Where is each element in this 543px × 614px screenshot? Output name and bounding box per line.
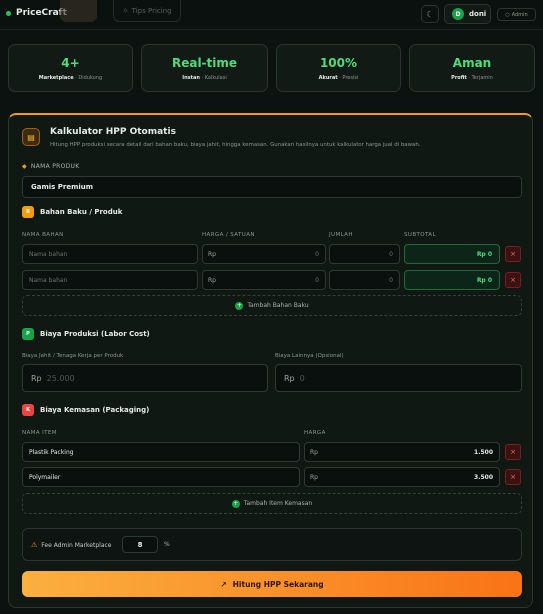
tips-label: Tips Pricing [131,6,172,15]
packaging-price-input[interactable]: Rp 1.500 [304,442,500,462]
packaging-name-input[interactable]: Plastik Packing [22,442,300,462]
column-header: NAMA ITEM [22,430,57,436]
material-name-input[interactable]: Nama bahan [22,270,198,290]
other-cost-label: Biaya Lainnya (Opsional) [275,353,344,359]
product-name-label: ◆ NAMA PRODUK [22,163,80,170]
calculate-hpp-button[interactable]: ↗ Hitung HPP Sekarang [22,571,522,597]
panel-subtitle: Hitung HPP produksi secara detail dari b… [50,142,421,148]
material-qty-input[interactable]: 0 [329,244,400,264]
shield-icon: ○ [505,11,510,18]
column-header: SUBTOTAL [404,232,436,238]
packaging-name-input[interactable]: Polymailer [22,467,300,487]
stat-value: Aman [452,56,492,70]
add-material-button[interactable]: + Tambah Bahan Baku [22,295,522,316]
user-menu[interactable]: D doni [444,4,491,24]
materials-badge: B [22,206,34,218]
trending-up-icon: ↗ [220,579,227,589]
stat-label: Marketplace · Didukung [38,75,103,81]
admin-button[interactable]: ○ Admin [497,8,536,21]
material-qty-input[interactable]: 0 [329,270,400,290]
tag-icon: ◆ [22,163,27,170]
plus-icon: + [231,499,240,508]
packaging-title: Biaya Kemasan (Packaging) [40,406,150,414]
sewing-cost-label: Biaya Jahit / Tenaga Kerja per Produk [22,353,124,359]
delete-material-button[interactable]: × [505,272,521,288]
product-name-input[interactable]: Gamis Premium [22,176,522,198]
stat-value: 100% [319,56,358,70]
stat-value: Real-time [171,56,238,70]
fee-label: ⚠ Fee Admin Marketplace [31,541,112,549]
packaging-badge: K [22,404,34,416]
stat-label: Akurat · Presisi [318,75,359,81]
stat-card-safety: Aman Profit · Terjamin [409,44,535,92]
sewing-cost-input[interactable]: Rp 25.000 [22,364,268,392]
labor-badge: P [22,328,34,340]
packaging-section-header: K Biaya Kemasan (Packaging) [22,404,149,416]
delete-material-button[interactable]: × [505,246,521,262]
top-navbar: PriceCraft ☼ Tips Pricing ☾ D doni ○ Adm… [0,0,543,30]
delete-packaging-button[interactable]: × [505,469,521,485]
brand[interactable]: PriceCraft [6,8,67,18]
fee-unit: % [164,541,170,548]
warning-icon: ⚠ [31,541,38,549]
material-price-input[interactable]: Rp 0 [202,244,326,264]
fee-percent-input[interactable]: 8 [122,536,158,553]
stat-card-marketplace: 4+ Marketplace · Didukung [8,44,133,92]
material-subtotal: Rp 0 [404,244,500,264]
plus-icon: + [235,301,244,310]
labor-title: Biaya Produksi (Labor Cost) [40,330,150,338]
stat-label: Profit · Terjamin [451,75,493,81]
theme-toggle-button[interactable]: ☾ [421,5,439,23]
avatar: D [452,8,464,20]
tips-pricing-button[interactable]: ☼ Tips Pricing [113,0,181,22]
stat-value: 4+ [61,56,80,70]
column-header: HARGA [304,430,326,436]
labor-section-header: P Biaya Produksi (Labor Cost) [22,328,150,340]
material-price-input[interactable]: Rp 0 [202,270,326,290]
calculator-icon: ▤ [22,128,40,146]
add-packaging-button[interactable]: + Tambah Item Kemasan [22,493,522,514]
packaging-price-input[interactable]: Rp 3.500 [304,467,500,487]
lightbulb-icon: ☼ [122,6,129,15]
material-name-input[interactable]: Nama bahan [22,244,198,264]
stat-card-realtime: Real-time Instan · Kalkulasi [141,44,268,92]
column-header: NAMA BAHAN [22,232,64,238]
material-subtotal: Rp 0 [404,270,500,290]
product-name-value: Gamis Premium [31,183,94,191]
delete-packaging-button[interactable]: × [505,444,521,460]
panel-title: Kalkulator HPP Otomatis [50,127,176,137]
status-dot-icon [6,10,11,16]
admin-label: Admin [511,11,528,18]
column-header: JUMLAH [329,232,353,238]
column-header: HARGA / SATUAN [202,232,255,238]
stat-card-accuracy: 100% Akurat · Presisi [276,44,401,92]
materials-section-header: B Bahan Baku / Produk [22,206,122,218]
stat-label: Instan · Kalkulasi [182,75,227,81]
nav-button-faded[interactable] [60,0,97,22]
moon-icon: ☾ [426,9,434,19]
materials-title: Bahan Baku / Produk [40,208,123,216]
other-cost-input[interactable]: Rp 0 [275,364,522,392]
user-name: doni [469,10,487,18]
